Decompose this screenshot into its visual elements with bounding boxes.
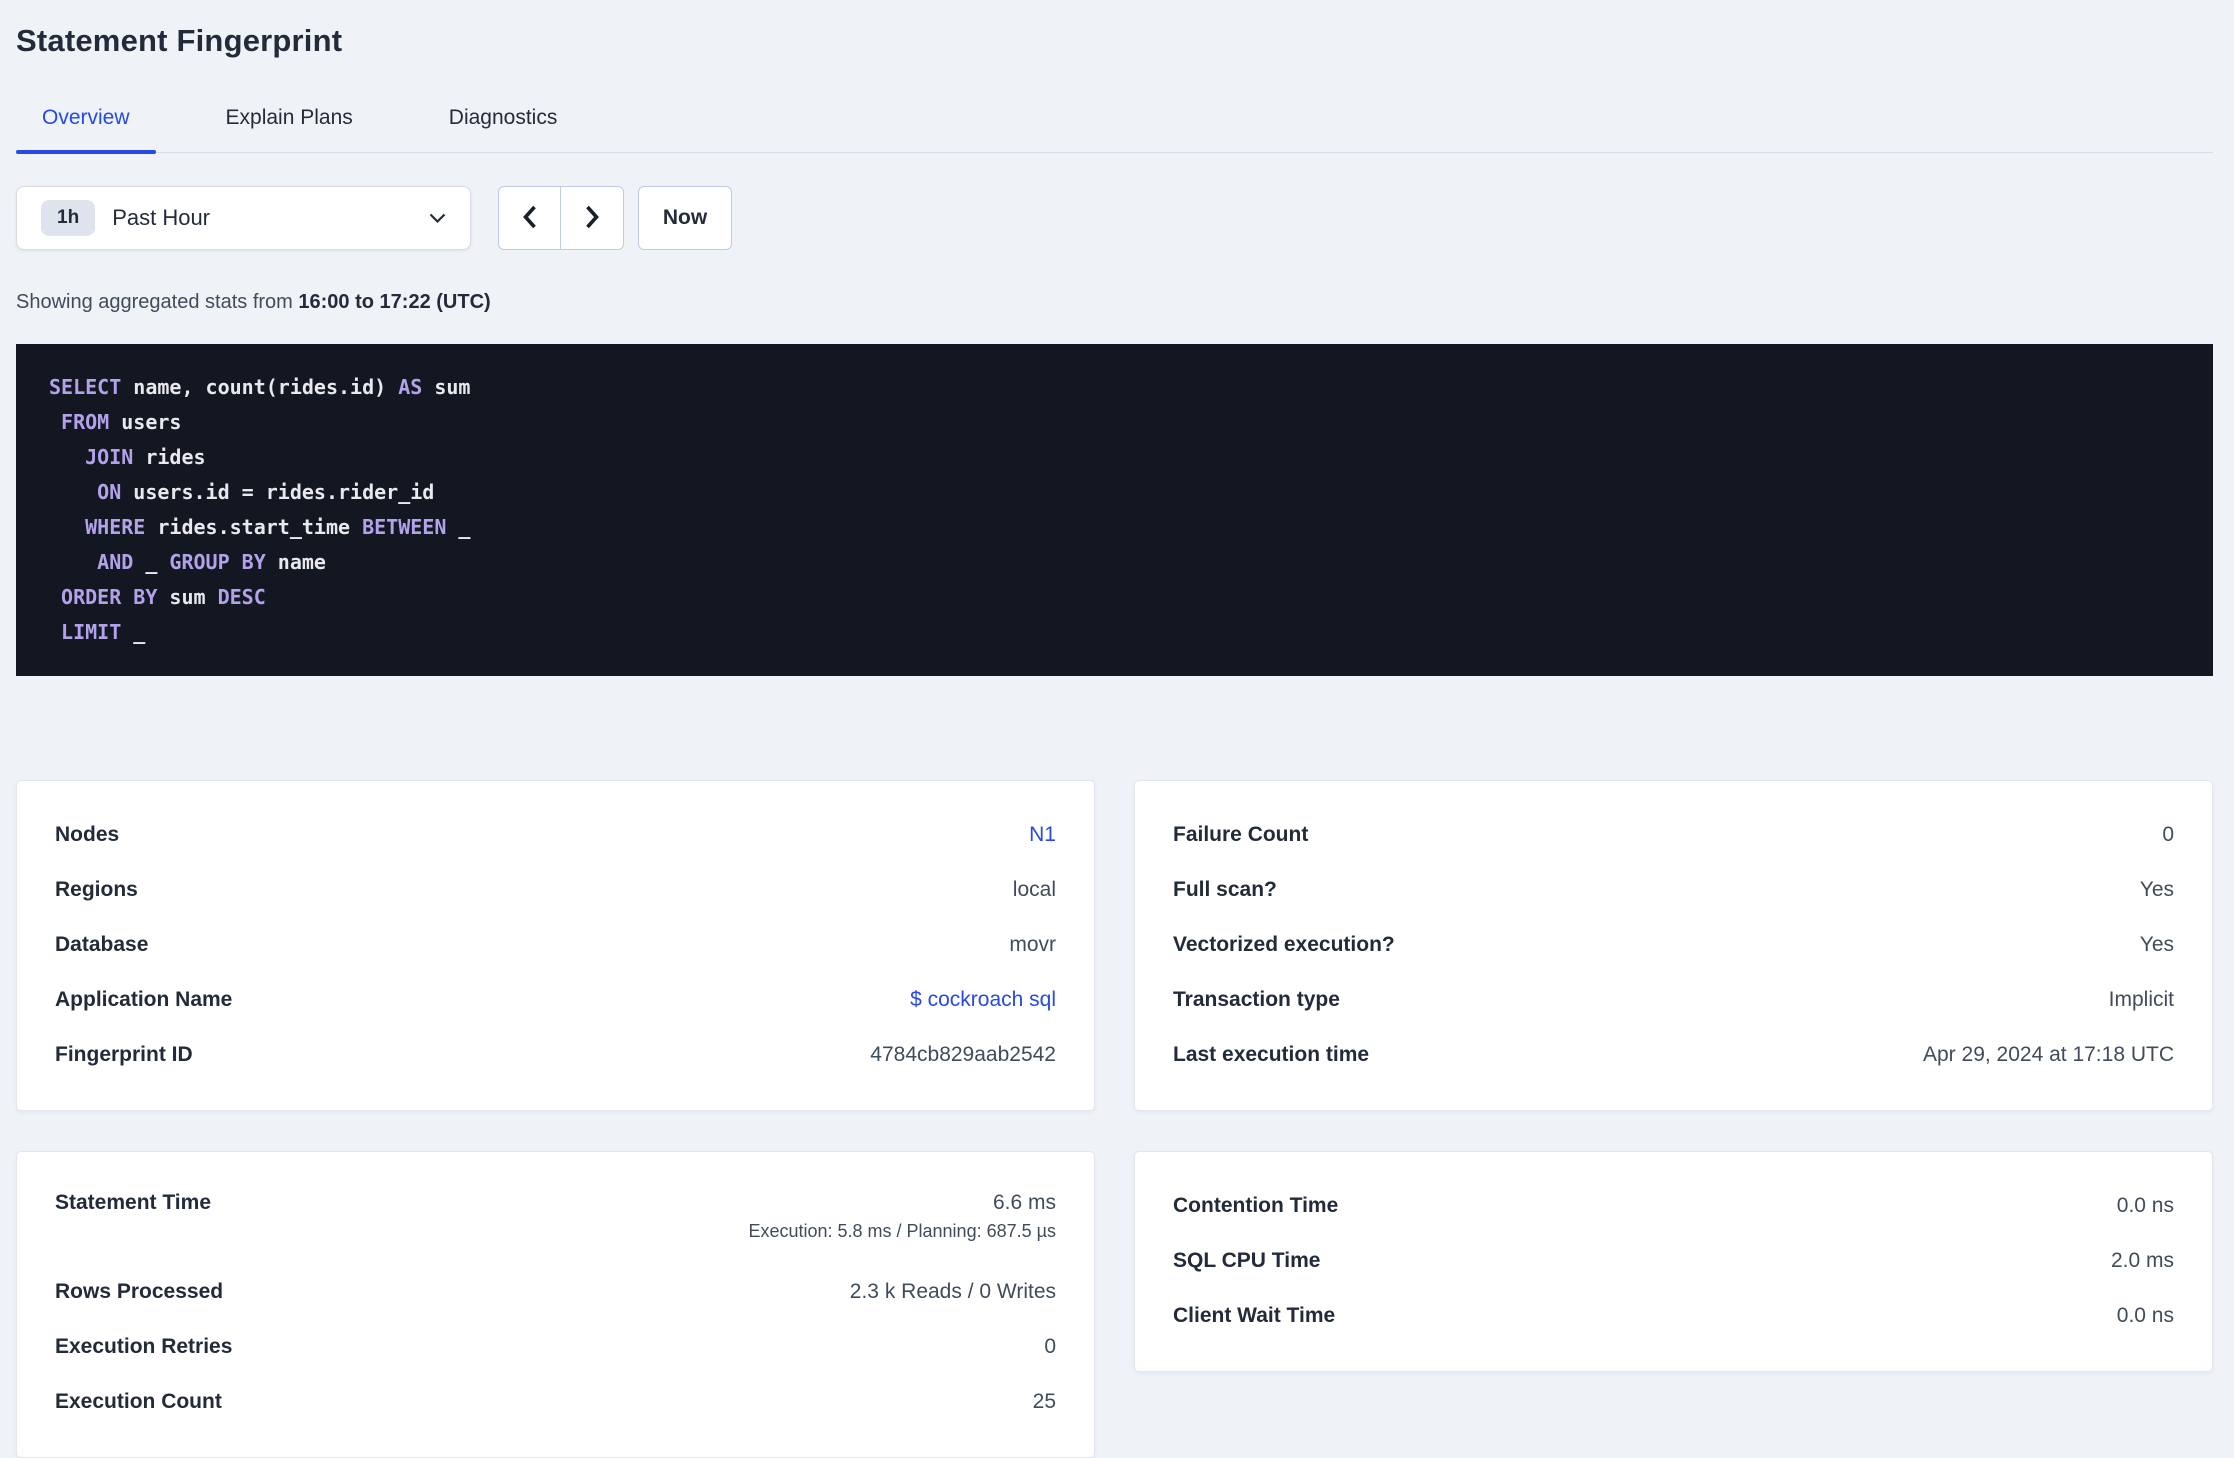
- card-row: Transaction type Implicit: [1173, 972, 2174, 1027]
- card-row-label: Rows Processed: [55, 1279, 224, 1303]
- chevron-down-icon: [429, 213, 446, 224]
- statement-details-card: Nodes N1 Regions local Database movr Applicati…: [16, 780, 1095, 1111]
- sql-line: JOIN rides: [85, 445, 206, 469]
- sql-statement: SELECT name, count(rides.id) AS sum FROM…: [16, 344, 2213, 676]
- card-row-value: Implicit: [2108, 987, 2174, 1011]
- card-row-label: Statement Time: [55, 1191, 211, 1214]
- tab-diagnostics[interactable]: Diagnostics: [423, 92, 584, 152]
- card-row-value: 0.0 ns: [2116, 1193, 2174, 1217]
- card-row: Fingerprint ID 4784cb829aab2542: [55, 1027, 1056, 1082]
- time-controls: 1h Past Hour Now: [16, 186, 2213, 250]
- card-row-label: Database: [55, 932, 149, 956]
- card-row-value: 2.0 ms: [2110, 1248, 2174, 1272]
- card-row-value: 0: [2162, 822, 2174, 846]
- card-row: Contention Time 0.0 ns: [1173, 1178, 2174, 1233]
- statement-times-card: Statement Time 6.6 ms Execution: 5.8 ms / …: [16, 1151, 1095, 1458]
- sql-line: ON users.id = rides.rider_id: [97, 480, 435, 504]
- aggregated-stats-prefix: Showing aggregated stats from: [16, 291, 299, 313]
- statement-fingerprint-page: Statement Fingerprint Overview Explain P…: [0, 0, 2234, 1458]
- card-row-value: Apr 29, 2024 at 17:18 UTC: [1923, 1042, 2174, 1066]
- card-row-label: Nodes: [55, 822, 120, 846]
- chevron-right-icon: [581, 204, 603, 233]
- card-row: Failure Count 0: [1173, 807, 2174, 862]
- wait-times-card: Contention Time 0.0 ns SQL CPU Time 2.0 ms C…: [1134, 1151, 2213, 1372]
- card-row-label: Execution Count: [55, 1389, 222, 1413]
- card-row-value: 4784cb829aab2542: [870, 1042, 1056, 1066]
- card-row: SQL CPU Time 2.0 ms: [1173, 1233, 2174, 1288]
- aggregated-stats-range: 16:00 to 17:22 (UTC): [298, 291, 491, 313]
- card-row-label: Regions: [55, 877, 138, 901]
- card-row-value: Yes: [2139, 932, 2174, 956]
- card-row-label: Client Wait Time: [1173, 1303, 1336, 1327]
- card-row-label: Full scan?: [1173, 877, 1277, 901]
- card-row: Regions local: [55, 862, 1056, 917]
- card-row-value: movr: [1009, 932, 1056, 956]
- now-button[interactable]: Now: [638, 186, 732, 250]
- card-row-value-link[interactable]: $ cockroach sql: [910, 988, 1056, 1012]
- aggregated-stats-caption: Showing aggregated stats from 16:00 to 1…: [16, 290, 2213, 314]
- card-row-value: 6.6 ms: [992, 1191, 1056, 1214]
- card-row: Application Name $ cockroach sql: [55, 972, 1056, 1027]
- sql-line: LIMIT _: [61, 620, 146, 644]
- card-row: Nodes N1: [55, 807, 1056, 862]
- card-row-label: SQL CPU Time: [1173, 1248, 1321, 1272]
- card-row: Database movr: [55, 917, 1056, 972]
- card-row: Vectorized execution? Yes: [1173, 917, 2174, 972]
- card-row-value: local: [1012, 877, 1056, 901]
- card-row-value: 0.0 ns: [2116, 1303, 2174, 1327]
- time-range-dropdown[interactable]: 1h Past Hour: [16, 186, 471, 250]
- card-row-value: Yes: [2139, 877, 2174, 901]
- card-row: Last execution time Apr 29, 2024 at 17:18…: [1173, 1027, 2174, 1082]
- card-row-label: Fingerprint ID: [55, 1042, 193, 1066]
- card-row: Execution Count 25: [55, 1374, 1056, 1429]
- card-row-label: Execution Retries: [55, 1334, 233, 1358]
- card-row: Full scan? Yes: [1173, 862, 2174, 917]
- card-row-label: Transaction type: [1173, 987, 1340, 1011]
- card-row: Client Wait Time 0.0 ns: [1173, 1288, 2174, 1343]
- chevron-left-icon: [519, 204, 541, 233]
- time-pager: [498, 186, 624, 250]
- tab-explain-plans[interactable]: Explain Plans: [200, 92, 379, 152]
- card-row-label: Contention Time: [1173, 1193, 1339, 1217]
- sql-line: ORDER BY sum DESC: [61, 585, 266, 609]
- card-row-value-subtext: Execution: 5.8 ms / Planning: 687.5 µs: [748, 1221, 1056, 1241]
- sql-line: SELECT name, count(rides.id) AS sum: [49, 375, 471, 399]
- previous-interval-button[interactable]: [499, 187, 561, 249]
- card-row-value: 0: [1044, 1334, 1056, 1358]
- card-row: Rows Processed 2.3 k Reads / 0 Writes: [55, 1264, 1056, 1319]
- card-row-label: Failure Count: [1173, 822, 1309, 846]
- card-row: Statement Time 6.6 ms Execution: 5.8 ms / …: [55, 1178, 1056, 1264]
- card-row-value: 25: [1032, 1389, 1056, 1413]
- card-row-value: 2.3 k Reads / 0 Writes: [849, 1279, 1056, 1303]
- tab-overview[interactable]: Overview: [16, 92, 156, 154]
- next-interval-button[interactable]: [561, 187, 623, 249]
- card-row-label: Application Name: [55, 987, 233, 1011]
- sql-line: WHERE rides.start_time BETWEEN _: [85, 515, 471, 539]
- card-row-value-link[interactable]: N1: [1029, 823, 1056, 847]
- summary-cards: Nodes N1 Regions local Database movr Applicati…: [16, 780, 2213, 1458]
- execution-attributes-card: Failure Count 0 Full scan? Yes Vectorized ex…: [1134, 780, 2213, 1111]
- card-row: Execution Retries 0: [55, 1319, 1056, 1374]
- tabbar: Overview Explain Plans Diagnostics: [16, 92, 2213, 154]
- page-title: Statement Fingerprint: [16, 23, 343, 58]
- sql-line: AND _ GROUP BY name: [97, 550, 326, 574]
- time-range-label: Past Hour: [112, 205, 211, 230]
- card-row-label: Vectorized execution?: [1173, 932, 1395, 956]
- card-row-value-stack: 6.6 ms Execution: 5.8 ms / Planning: 687.…: [748, 1191, 1056, 1244]
- sql-line: FROM users: [61, 410, 182, 434]
- card-row-label: Last execution time: [1173, 1042, 1370, 1066]
- time-range-badge: 1h: [41, 200, 96, 236]
